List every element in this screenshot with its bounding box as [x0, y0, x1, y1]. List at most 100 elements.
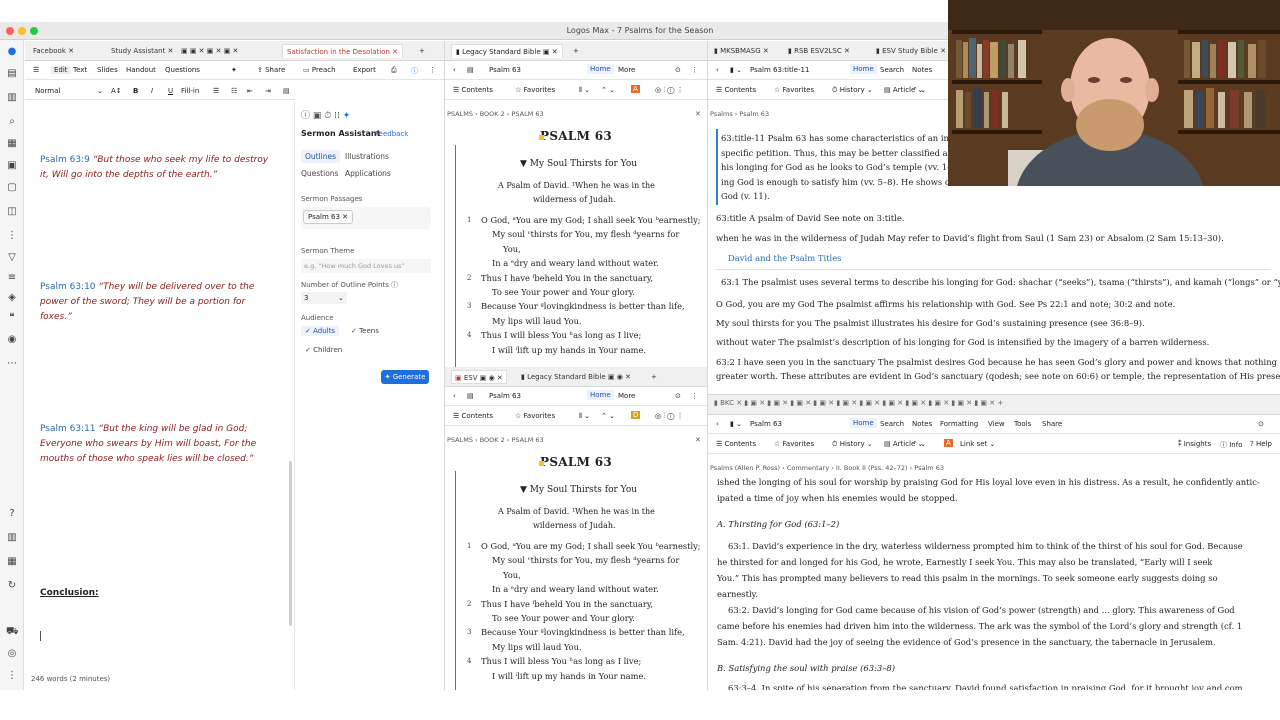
verse-line[interactable]: My lips will laud You.	[492, 642, 582, 652]
logos-home-icon[interactable]: ●	[6, 46, 18, 58]
history-button[interactable]: ⏱ History ⌄	[832, 440, 873, 449]
verse-line[interactable]: In a ᵉdry and weary land without water.	[492, 258, 659, 268]
tab-facebook[interactable]: Facebook ✕	[33, 44, 74, 58]
visual-filter-icon[interactable]: ◎ ⫶ ⓘ ⋮	[655, 86, 684, 95]
back-icon[interactable]: ‹	[716, 420, 719, 428]
preach-button[interactable]: ▭ Preach	[303, 66, 336, 74]
tab-legacy-standard-bible[interactable]: ▮ Legacy Standard Bible ▣ ✕	[451, 44, 563, 58]
study-note-line[interactable]: his longing for God as he looks to God’s…	[721, 162, 962, 172]
study-note-line[interactable]: 63:title-11 Psalm 63 has some characteri…	[721, 133, 964, 143]
contents-button[interactable]: ☰ Contents	[716, 440, 756, 448]
verse-line[interactable]: Because Your ᵍlovingkindness is better t…	[481, 627, 685, 637]
commentary-line[interactable]: earnestly.	[717, 589, 758, 599]
section-psalm-63-11[interactable]: Psalm 63:11 “But the king will be glad i…	[40, 422, 265, 467]
tab-outlines[interactable]: Outlines	[301, 150, 341, 163]
sync-icon[interactable]: ⊙	[675, 66, 681, 74]
home-tab[interactable]: Home	[850, 418, 877, 428]
verse-line[interactable]: O God, ᵃYou are my God; I shall seek You…	[481, 215, 701, 225]
italic-button[interactable]: I	[151, 87, 153, 95]
notes-tab[interactable]: Notes	[912, 420, 932, 428]
notes-breadcrumb[interactable]: Psalms › Psalm 63	[710, 110, 769, 118]
passages-input[interactable]: Psalm 63 ✕	[301, 207, 431, 229]
sync-icon[interactable]: ⊙	[675, 392, 681, 400]
tab-icons[interactable]: ▣ ▣ ✕ ▣ ✕ ▣ ✕	[181, 44, 238, 58]
commentary-breadcrumb[interactable]: Psalms (Allen P. Ross) › Commentary › II…	[710, 464, 944, 472]
study-note-line[interactable]: 63:1 The psalmist uses several terms to …	[721, 277, 1280, 287]
back-icon[interactable]: ‹	[716, 66, 719, 74]
editor-scrollbar[interactable]	[289, 461, 292, 626]
passage-input[interactable]: Psalm 63	[489, 66, 521, 74]
conclusion-heading[interactable]: Conclusion:	[40, 588, 99, 598]
linkset-icon[interactable]: A	[944, 439, 953, 447]
tab-esv[interactable]: ▣ ESV ▣ ◉ ✕	[451, 370, 507, 384]
back-icon[interactable]: ‹	[453, 66, 456, 74]
bookmark-icon[interactable]: ◉	[6, 334, 18, 346]
resource-tabs[interactable]: ▮ BKC ✕ ▮ ▣ ✕ ▮ ▣ ✕ ▮ ▣ ✕ ▮ ▣ ✕ ▮ ▣ ✕ ▮ …	[714, 399, 1003, 407]
menu-slides[interactable]: Slides	[97, 66, 118, 74]
menu-text[interactable]: Text	[73, 66, 87, 74]
linkset-button[interactable]: Link set ⌄	[960, 440, 995, 448]
audience-adults[interactable]: ✓ Adults	[301, 326, 339, 336]
magic-icon[interactable]: ✦	[231, 66, 237, 74]
scroll-arrows[interactable]: ⌃ ⌄	[912, 86, 926, 94]
section-psalm-63-9[interactable]: Psalm 63:9 “But those who seek my life t…	[40, 153, 270, 183]
commentary-line[interactable]: 63:1. David’s experience in the dry, wat…	[728, 541, 1243, 551]
bold-button[interactable]: B	[133, 87, 138, 95]
layouts-icon[interactable]: ◫	[6, 206, 18, 218]
quote-icon[interactable]: ❝	[6, 312, 18, 324]
commentary-line[interactable]: ished the longing of his soul for worshi…	[717, 477, 1260, 487]
notes-tab[interactable]: Notes	[912, 66, 932, 74]
notes-icon[interactable]: ▢	[6, 182, 18, 194]
bible-breadcrumb[interactable]: PSALMS › BOOK 2 › PSALM 63	[447, 436, 544, 444]
grid-icon[interactable]: ▦	[6, 556, 18, 568]
study-note-line[interactable]: ing God is enough to satisfy him (vv. 5–…	[721, 177, 955, 187]
bullet-list-icon[interactable]: ☰	[213, 87, 219, 95]
commentary-line[interactable]: Sam. 4:21). David had the joy of seeing …	[717, 637, 1216, 647]
tools-tab[interactable]: Tools	[1014, 420, 1031, 428]
documents-icon[interactable]: ▦	[6, 138, 18, 150]
home-tab[interactable]: Home	[850, 64, 877, 74]
underline-button[interactable]: U	[168, 87, 173, 95]
study-note-line[interactable]: when he was in the wilderness of Judah M…	[716, 233, 1224, 243]
guides-icon[interactable]: ▣	[6, 160, 18, 172]
verse-line[interactable]: My soul ᶜthirsts for You, my flesh ᵈyear…	[492, 229, 679, 239]
tab-applications[interactable]: Applications	[345, 169, 391, 178]
history-button[interactable]: ⏱ History ⌄	[832, 86, 873, 95]
view-tab[interactable]: View	[988, 420, 1005, 428]
more-tab[interactable]: More	[618, 66, 635, 74]
study-note-line[interactable]: greater worth. These attributes are evid…	[716, 371, 1280, 381]
tab-satisfaction[interactable]: Satisfaction in the Desolation ✕	[282, 44, 403, 58]
study-note-line[interactable]: 63:2 I have seen you in the sanctuary Th…	[716, 357, 1280, 367]
passage-chip[interactable]: Psalm 63 ✕	[303, 210, 354, 224]
theme-input[interactable]: e.g. “How much God Loves us”	[301, 259, 431, 273]
contents-button[interactable]: ☰ Contents	[453, 86, 493, 94]
commentary-line[interactable]: he thirsted for and longed for his God, …	[717, 557, 1213, 567]
commentary-line[interactable]: A. Thirsting for God (63:1–2)	[717, 519, 839, 529]
study-note-line[interactable]: David and the Psalm Titles	[728, 253, 841, 263]
close-breadcrumb-icon[interactable]: ✕	[695, 110, 701, 118]
home-tab[interactable]: Home	[587, 390, 614, 400]
verse-line[interactable]: My lips will laud You.	[492, 316, 582, 326]
audience-teens[interactable]: ✓ Teens	[347, 326, 383, 336]
apps-icon[interactable]: ⋮	[6, 230, 18, 242]
outdent-icon[interactable]: ⇥	[265, 87, 271, 95]
tag-icon[interactable]: ◈	[6, 292, 18, 304]
passage-input[interactable]: Psalm 63	[750, 420, 782, 428]
info-button[interactable]: ⓘ Info	[1220, 440, 1242, 450]
info-icon[interactable]: ⓘ	[411, 66, 418, 76]
generate-button[interactable]: ✦ Generate	[381, 370, 429, 384]
sync-icon[interactable]: ↻	[6, 580, 18, 592]
font-size-icon[interactable]: A↕	[111, 87, 122, 95]
home-tab[interactable]: Home	[587, 64, 614, 74]
study-note-line[interactable]: specific petition. Thus, this may be bet…	[721, 148, 968, 158]
verse-line[interactable]: Thus I have ᶠbeheld You in the sanctuary…	[481, 599, 653, 609]
verse-line[interactable]: To see Your power and Your glory.	[492, 613, 635, 623]
panel-menu-icon[interactable]: ⋮	[691, 392, 698, 400]
menu-questions[interactable]: Questions	[165, 66, 200, 74]
verse-line[interactable]: Thus I will bless You ʰas long as I live…	[481, 330, 641, 340]
verse-line[interactable]: Thus I have ᶠbeheld You in the sanctuary…	[481, 273, 653, 283]
tab-illustrations[interactable]: Illustrations	[345, 152, 389, 161]
outline-points-select[interactable]: 3 ⌄	[301, 292, 347, 304]
library-icon[interactable]: ▤	[6, 68, 18, 80]
close-window-button[interactable]	[6, 27, 14, 35]
